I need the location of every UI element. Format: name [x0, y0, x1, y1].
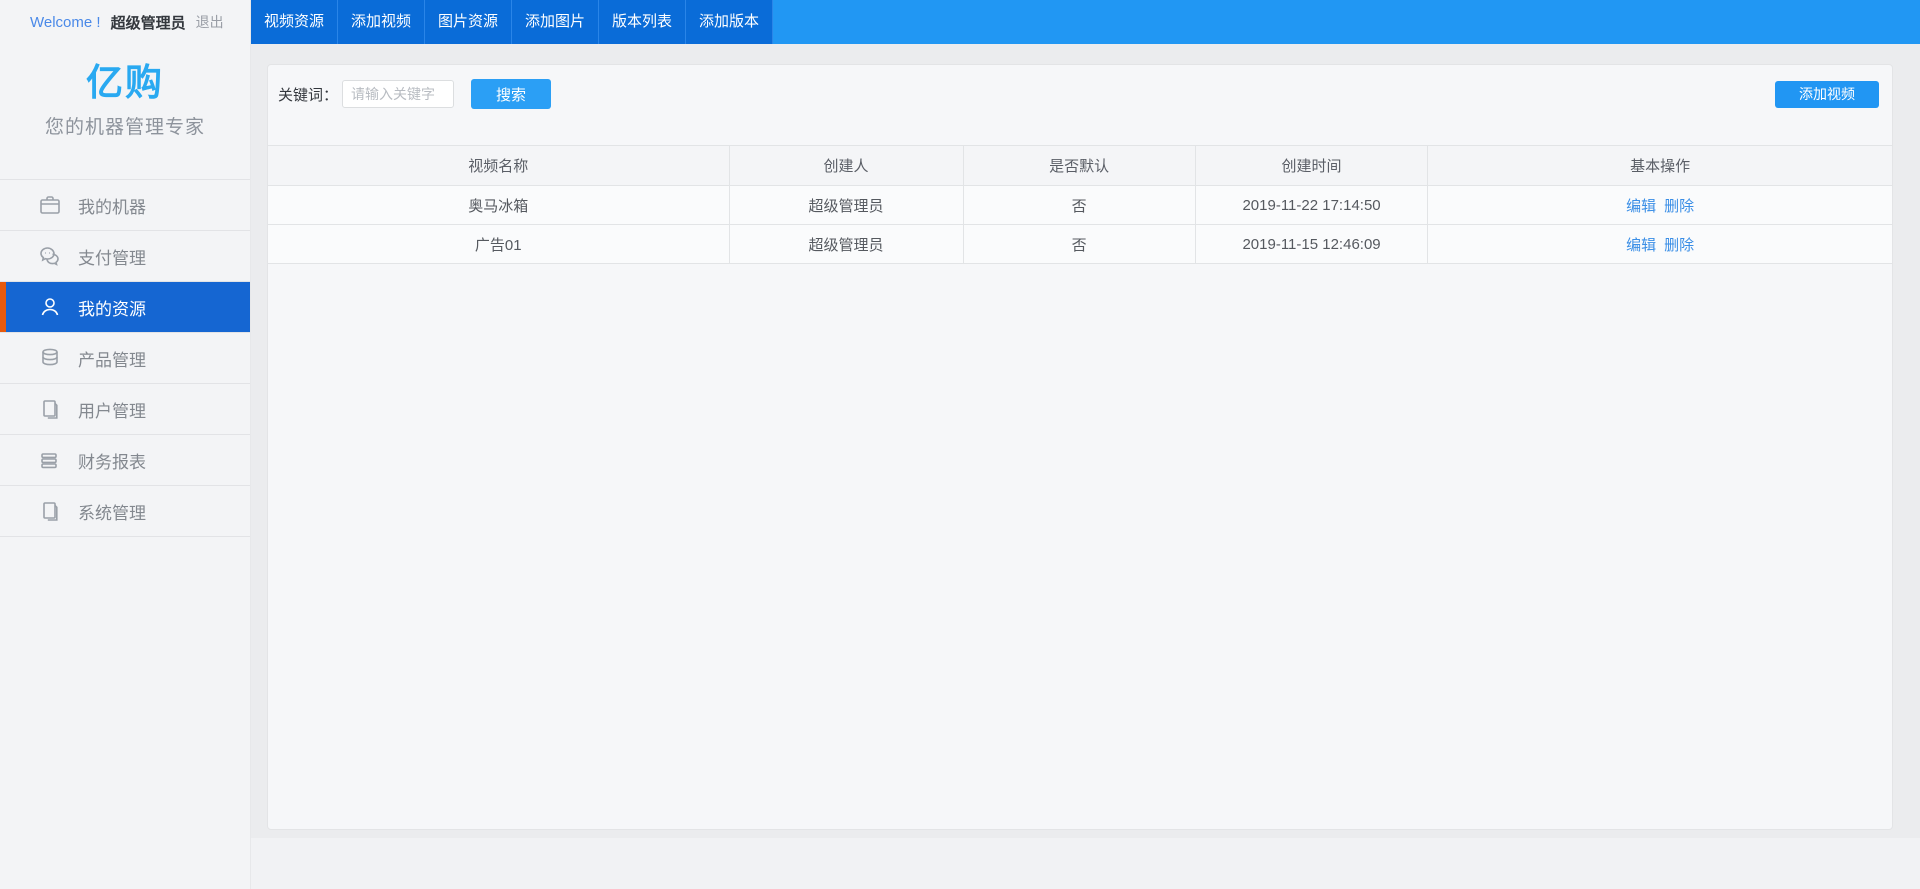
sidebar-item-label: 用户管理 [78, 397, 146, 422]
table-row: 广告01 超级管理员 否 2019-11-15 12:46:09 编辑删除 [268, 225, 1893, 264]
cell-actions: 编辑删除 [1428, 225, 1893, 264]
cell-is-default: 否 [963, 225, 1195, 264]
cell-creator: 超级管理员 [729, 225, 963, 264]
chat-bubbles-icon [38, 244, 62, 268]
welcome-text: Welcome ! [30, 14, 101, 31]
delete-link[interactable]: 删除 [1664, 198, 1694, 215]
top-navbar: 视频资源 添加视频 图片资源 添加图片 版本列表 添加版本 [251, 0, 1920, 44]
sidebar: Welcome ! 超级管理员 退出 亿购 您的机器管理专家 我的机器 [0, 0, 251, 889]
main-area: 视频资源 添加视频 图片资源 添加图片 版本列表 添加版本 关键词： 搜索 添加… [251, 0, 1920, 838]
sidebar-item-label: 我的机器 [78, 193, 146, 218]
briefcase-icon [38, 193, 62, 217]
sidebar-item-label: 产品管理 [78, 346, 146, 371]
cell-video-name: 广告01 [268, 225, 730, 264]
search-toolbar: 关键词： 搜索 添加视频 [268, 65, 1892, 109]
document-icon [38, 397, 62, 421]
tab-add-image[interactable]: 添加图片 [512, 0, 599, 44]
tab-add-version[interactable]: 添加版本 [686, 0, 773, 44]
sidebar-item-my-resources[interactable]: 我的资源 [0, 282, 250, 333]
cell-creator: 超级管理员 [729, 186, 963, 225]
cell-is-default: 否 [963, 186, 1195, 225]
sidebar-item-my-machines[interactable]: 我的机器 [0, 180, 250, 231]
col-video-name: 视频名称 [268, 146, 730, 186]
sidebar-item-label: 系统管理 [78, 499, 146, 524]
report-bars-icon [38, 448, 62, 472]
logout-link[interactable]: 退出 [196, 12, 224, 32]
col-actions: 基本操作 [1428, 146, 1893, 186]
sidebar-item-finance-reports[interactable]: 财务报表 [0, 435, 250, 486]
sidebar-item-label: 我的资源 [78, 295, 146, 320]
sidebar-item-label: 支付管理 [78, 244, 146, 269]
tab-add-video[interactable]: 添加视频 [338, 0, 425, 44]
sidebar-item-system[interactable]: 系统管理 [0, 486, 250, 537]
search-button[interactable]: 搜索 [471, 79, 551, 109]
user-bar: Welcome ! 超级管理员 退出 [0, 0, 250, 44]
database-icon [38, 346, 62, 370]
logo-subtitle: 您的机器管理专家 [0, 112, 250, 139]
tab-image-resources[interactable]: 图片资源 [425, 0, 512, 44]
add-video-button[interactable]: 添加视频 [1775, 81, 1879, 108]
edit-link[interactable]: 编辑 [1626, 237, 1656, 254]
col-creator: 创建人 [729, 146, 963, 186]
keyword-input[interactable] [342, 80, 454, 108]
sidebar-item-label: 财务报表 [78, 448, 146, 473]
cell-created-at: 2019-11-22 17:14:50 [1195, 186, 1427, 225]
keyword-label: 关键词： [278, 84, 338, 105]
logo-title: 亿购 [0, 52, 250, 106]
cell-actions: 编辑删除 [1428, 186, 1893, 225]
content-panel: 关键词： 搜索 添加视频 视频名称 创建人 是否默认 创建时间 [267, 64, 1893, 830]
sidebar-item-payments[interactable]: 支付管理 [0, 231, 250, 282]
sidebar-item-users[interactable]: 用户管理 [0, 384, 250, 435]
sidebar-menu: 我的机器 支付管理 我的资源 [0, 179, 250, 537]
file-icon [38, 499, 62, 523]
edit-link[interactable]: 编辑 [1626, 198, 1656, 215]
video-table: 视频名称 创建人 是否默认 创建时间 基本操作 奥马冰箱 超级管理员 否 201… [267, 145, 1893, 264]
person-icon [38, 295, 62, 319]
tab-version-list[interactable]: 版本列表 [599, 0, 686, 44]
sidebar-item-products[interactable]: 产品管理 [0, 333, 250, 384]
logo: 亿购 您的机器管理专家 [0, 44, 250, 139]
col-is-default: 是否默认 [963, 146, 1195, 186]
tab-video-resources[interactable]: 视频资源 [251, 0, 338, 44]
cell-video-name: 奥马冰箱 [268, 186, 730, 225]
col-created-at: 创建时间 [1195, 146, 1427, 186]
table-header-row: 视频名称 创建人 是否默认 创建时间 基本操作 [268, 146, 1893, 186]
delete-link[interactable]: 删除 [1664, 237, 1694, 254]
table-row: 奥马冰箱 超级管理员 否 2019-11-22 17:14:50 编辑删除 [268, 186, 1893, 225]
cell-created-at: 2019-11-15 12:46:09 [1195, 225, 1427, 264]
content-area: 关键词： 搜索 添加视频 视频名称 创建人 是否默认 创建时间 [251, 44, 1920, 838]
current-username: 超级管理员 [111, 12, 186, 33]
